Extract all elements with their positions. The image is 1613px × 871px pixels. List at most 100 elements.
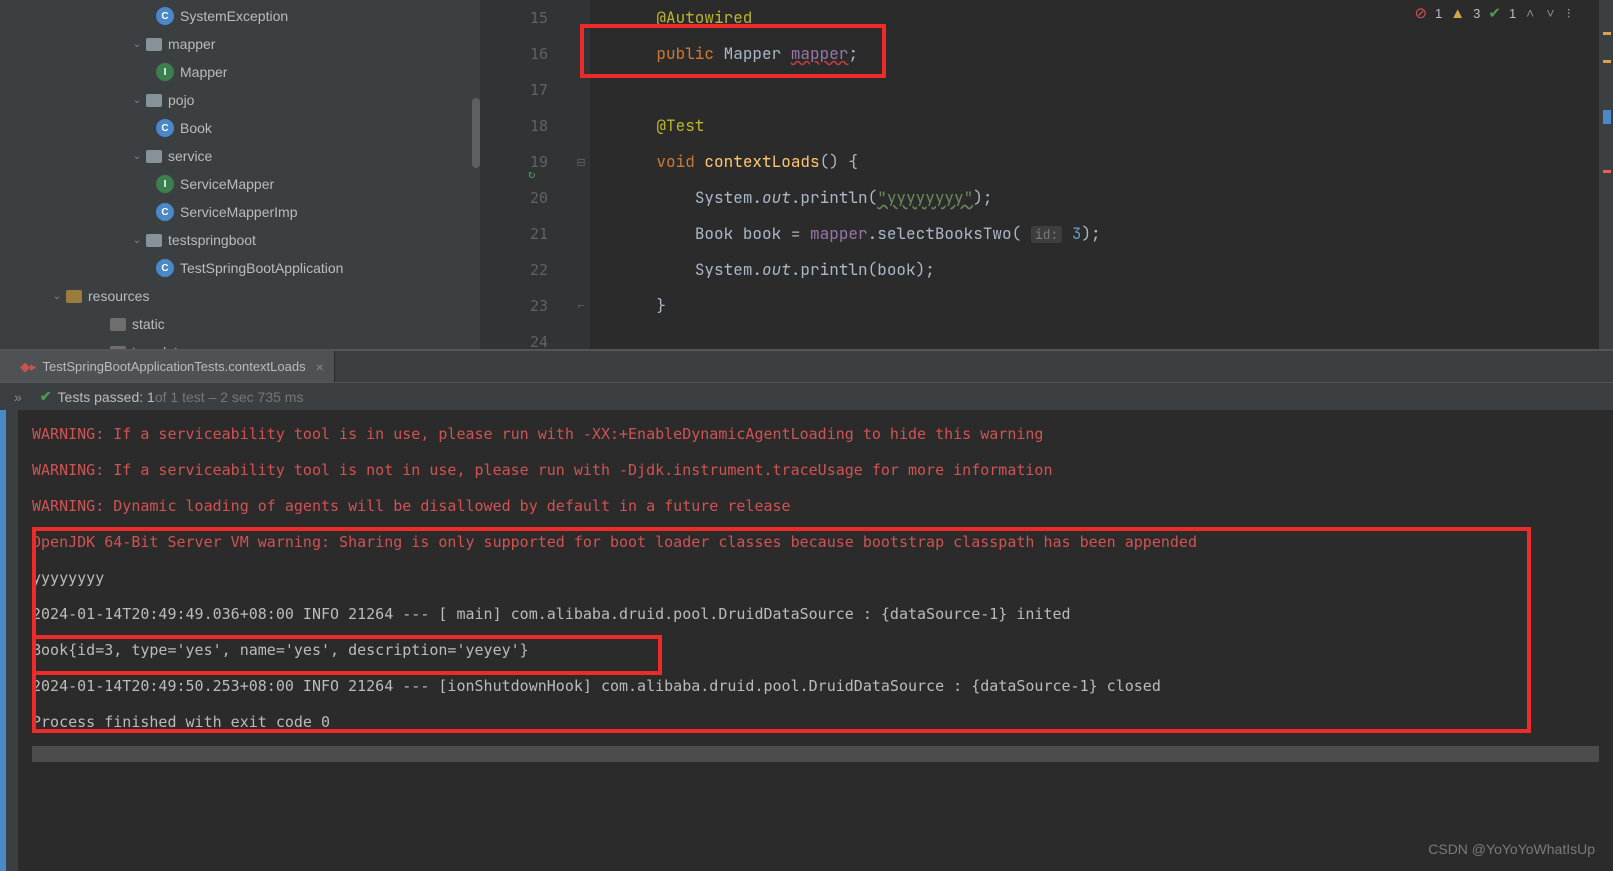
class-icon: C — [156, 119, 174, 137]
fold-end-icon[interactable]: ⌐ — [572, 288, 590, 324]
console-line[interactable]: OpenJDK 64-Bit Server VM warning: Sharin… — [32, 524, 1599, 560]
console-line[interactable]: WARNING: If a serviceability tool is not… — [32, 452, 1599, 488]
console-scrollbar[interactable] — [32, 746, 1599, 762]
console-line[interactable]: Process finished with exit code 0 — [32, 704, 1599, 740]
resources-folder-icon — [66, 290, 82, 303]
warning-marker[interactable] — [1603, 60, 1611, 63]
tree-item-service-folder[interactable]: ⌄ service — [0, 142, 480, 170]
tree-item-service-mapper-imp[interactable]: C ServiceMapperImp — [0, 198, 480, 226]
chevron-down-icon[interactable]: ⌄ — [50, 291, 64, 302]
console-panel: WARNING: If a serviceability tool is in … — [0, 410, 1613, 871]
tree-label: Mapper — [180, 64, 227, 80]
error-marker[interactable] — [1603, 170, 1611, 173]
ok-count: 1 — [1509, 6, 1516, 21]
class-icon: C — [156, 7, 174, 25]
warning-icon[interactable]: ▲ — [1450, 5, 1465, 22]
editor-status-bar: ⊘ 1 ▲ 3 ✔ 1 ˄ ˅ ⁝ — [1414, 4, 1573, 22]
console-line[interactable]: 2024-01-14T20:49:49.036+08:00 INFO 21264… — [32, 596, 1599, 632]
warning-marker[interactable] — [1603, 32, 1611, 35]
gutter-line[interactable]: 19↻ — [480, 144, 572, 180]
tree-item-templates[interactable]: templates — [0, 338, 480, 349]
tests-passed-label: Tests passed: 1 — [58, 389, 155, 405]
tree-label: testspringboot — [168, 232, 256, 248]
tree-item-book[interactable]: C Book — [0, 114, 480, 142]
tree-label: ServiceMapper — [180, 176, 274, 192]
error-stripe[interactable] — [1599, 0, 1613, 349]
test-status-bar: » ✔ Tests passed: 1 of 1 test – 2 sec 73… — [0, 382, 1613, 410]
tree-label: TestSpringBootApplication — [180, 260, 343, 276]
more-icon[interactable]: ⁝ — [1565, 5, 1573, 22]
run-config-icon: ◆▸ — [20, 359, 37, 375]
tree-item-test-app[interactable]: C TestSpringBootApplication — [0, 254, 480, 282]
gutter-line[interactable]: 18 — [480, 108, 572, 144]
tree-item-service-mapper[interactable]: I ServiceMapper — [0, 170, 480, 198]
code-line[interactable]: public Mapper mapper; — [618, 36, 1599, 72]
gutter-line[interactable]: 20 — [480, 180, 572, 216]
gutter-line[interactable]: 22 — [480, 252, 572, 288]
info-marker[interactable] — [1603, 110, 1611, 124]
check-icon: ✔ — [40, 388, 52, 405]
tree-item-testspringboot-folder[interactable]: ⌄ testspringboot — [0, 226, 480, 254]
tree-item-mapper[interactable]: I Mapper — [0, 58, 480, 86]
gutter-line[interactable]: 23 — [480, 288, 572, 324]
chevron-down-icon[interactable]: ⌄ — [130, 151, 144, 162]
console-gutter — [0, 410, 18, 871]
tree-item-resources[interactable]: ⌄ resources — [0, 282, 480, 310]
tree-item-static[interactable]: static — [0, 310, 480, 338]
error-icon[interactable]: ⊘ — [1414, 4, 1427, 22]
folder-icon — [146, 150, 162, 163]
folder-icon — [110, 346, 126, 350]
prev-highlight-icon[interactable]: ˄ — [1524, 5, 1536, 21]
watermark: CSDN @YoYoYoWhatIsUp — [1428, 831, 1595, 867]
chevron-down-icon[interactable]: ⌄ — [130, 95, 144, 106]
code-line[interactable]: @Test — [618, 108, 1599, 144]
project-tree[interactable]: C SystemException ⌄ mapper I Mapper ⌄ po… — [0, 0, 480, 349]
top-pane: C SystemException ⌄ mapper I Mapper ⌄ po… — [0, 0, 1613, 350]
console-line[interactable]: yyyyyyyy — [32, 560, 1599, 596]
tree-label: templates — [132, 344, 193, 349]
chevron-down-icon[interactable]: ⌄ — [130, 235, 144, 246]
console-output[interactable]: WARNING: If a serviceability tool is in … — [18, 410, 1613, 871]
tree-label: resources — [88, 288, 149, 304]
code-line[interactable]: void contextLoads() { — [618, 144, 1599, 180]
code-line[interactable]: System.out.println("yyyyyyyy"); — [618, 180, 1599, 216]
console-line[interactable]: Book{id=3, type='yes', name='yes', descr… — [32, 632, 1599, 668]
tree-label: service — [168, 148, 212, 164]
tree-label: mapper — [168, 36, 215, 52]
gutter-line[interactable]: 15 — [480, 0, 572, 36]
console-line[interactable]: WARNING: Dynamic loading of agents will … — [32, 488, 1599, 524]
tree-scrollbar[interactable] — [472, 98, 480, 168]
gutter: 15 16 17 18 19↻ 20 21 22 23 24 — [480, 0, 572, 349]
tree-item-pojo-folder[interactable]: ⌄ pojo — [0, 86, 480, 114]
close-icon[interactable]: × — [316, 359, 324, 375]
gutter-line[interactable]: 16 — [480, 36, 572, 72]
run-tab[interactable]: ◆▸ TestSpringBootApplicationTests.contex… — [0, 351, 335, 382]
gutter-line[interactable]: 17 — [480, 72, 572, 108]
folder-icon — [110, 318, 126, 331]
rerun-icon[interactable]: » — [12, 389, 24, 405]
interface-icon: I — [156, 63, 174, 81]
gutter-line[interactable]: 21 — [480, 216, 572, 252]
code-line[interactable]: System.out.println(book); — [618, 252, 1599, 288]
fold-icon[interactable]: ⊟ — [572, 144, 590, 180]
code-line[interactable] — [618, 324, 1599, 360]
tree-label: Book — [180, 120, 212, 136]
tree-label: ServiceMapperImp — [180, 204, 298, 220]
fold-column: ⊟ ⌐ — [572, 0, 590, 349]
code-line[interactable]: Book book = mapper.selectBooksTwo( id: 3… — [618, 216, 1599, 252]
gutter-line[interactable]: 24 — [480, 324, 572, 360]
folder-icon — [146, 234, 162, 247]
console-line[interactable]: 2024-01-14T20:49:50.253+08:00 INFO 21264… — [32, 668, 1599, 704]
code-line[interactable]: } — [618, 288, 1599, 324]
tree-item-mapper-folder[interactable]: ⌄ mapper — [0, 30, 480, 58]
editor[interactable]: 15 16 17 18 19↻ 20 21 22 23 24 ⊟ ⌐ @Auto… — [480, 0, 1613, 349]
code-area[interactable]: @Autowired public Mapper mapper; @Test v… — [590, 0, 1599, 349]
error-count: 1 — [1435, 6, 1442, 21]
code-line[interactable] — [618, 72, 1599, 108]
ok-icon[interactable]: ✔ — [1488, 4, 1501, 22]
warning-count: 3 — [1473, 6, 1480, 21]
chevron-down-icon[interactable]: ⌄ — [130, 39, 144, 50]
console-line[interactable]: WARNING: If a serviceability tool is in … — [32, 416, 1599, 452]
tree-item-system-exception[interactable]: C SystemException — [0, 2, 480, 30]
next-highlight-icon[interactable]: ˅ — [1544, 5, 1556, 21]
